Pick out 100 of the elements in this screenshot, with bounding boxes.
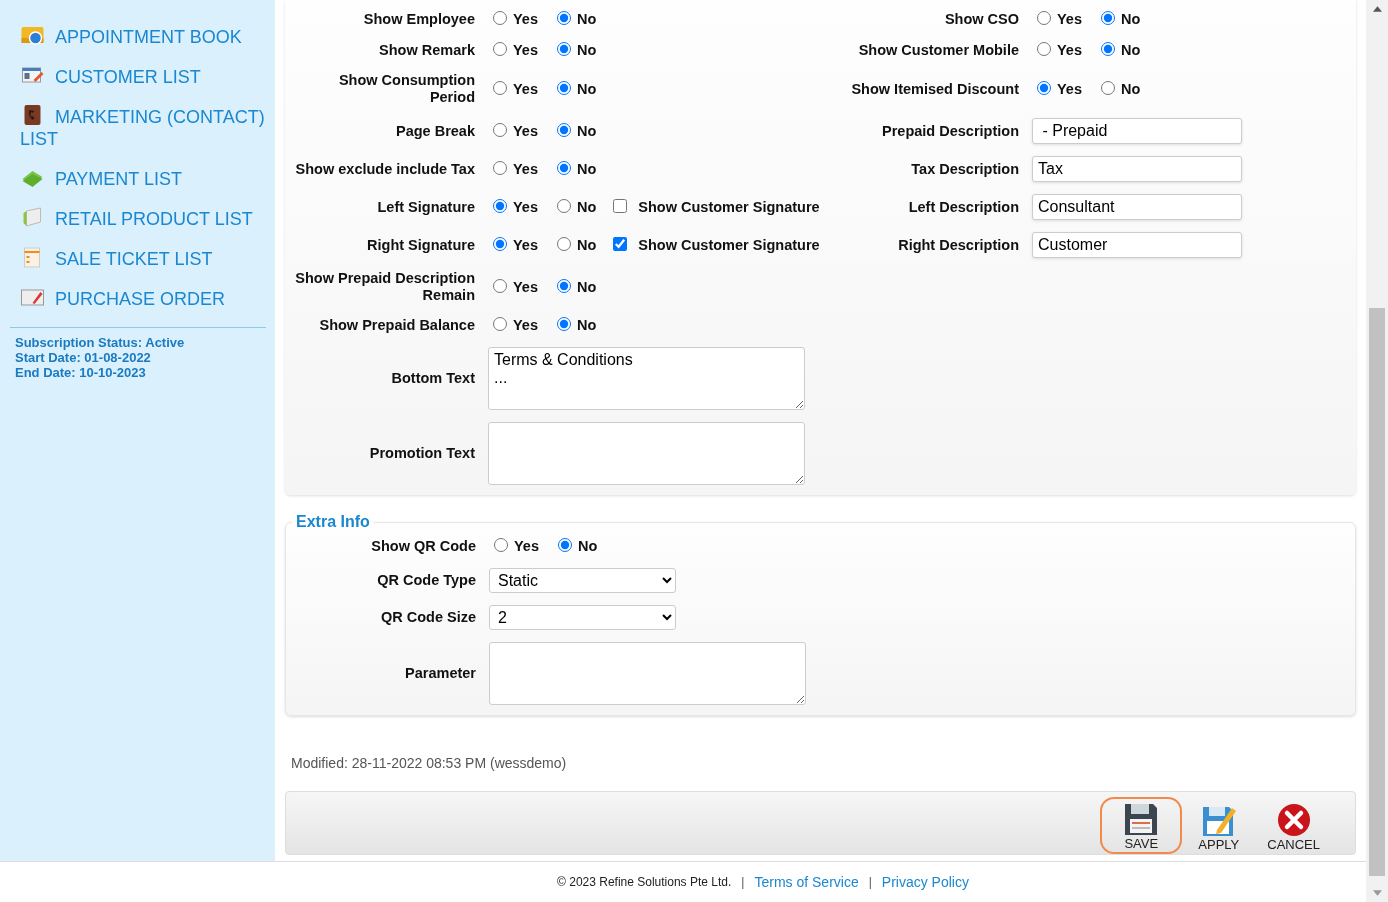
- section-title: Extra Info: [295, 513, 371, 531]
- radio-button[interactable]: [493, 11, 507, 25]
- cancel-button[interactable]: CANCEL: [1257, 800, 1330, 853]
- field-label: Promotion Text: [368, 445, 475, 462]
- radio-button[interactable]: [557, 198, 571, 213]
- radio-label: Yes: [513, 122, 538, 139]
- footer-separator: |: [868, 875, 872, 889]
- text-field[interactable]: Customer: [1032, 232, 1242, 258]
- radio-button[interactable]: [1101, 42, 1115, 56]
- radio-button[interactable]: [1101, 11, 1115, 25]
- radio-label: Yes: [513, 236, 538, 253]
- radio-label: Yes: [513, 80, 538, 97]
- radio-label: No: [577, 11, 597, 27]
- radio-label: No: [577, 42, 597, 58]
- save-button[interactable]: SAVE: [1102, 799, 1181, 853]
- field-label: Show Customer Mobile: [857, 42, 1019, 59]
- radio-label: No: [577, 160, 597, 177]
- radio-button[interactable]: [493, 122, 507, 137]
- radio-label: Yes: [513, 317, 538, 333]
- radio-label: No: [577, 278, 597, 295]
- radio-button[interactable]: [493, 42, 507, 56]
- radio-button[interactable]: [557, 317, 571, 331]
- radio-label: Yes: [1057, 80, 1082, 97]
- radio-button[interactable]: [557, 236, 571, 251]
- scroll-up-icon[interactable]: [1372, 6, 1382, 12]
- field-label: QR Code Type: [376, 572, 476, 589]
- radio-button[interactable]: [557, 42, 571, 56]
- field-label: Right Description: [897, 236, 1019, 254]
- checkbox[interactable]: [613, 198, 628, 213]
- checkbox-label: Show Customer Signature: [638, 198, 820, 215]
- footer-link[interactable]: Privacy Policy: [881, 874, 969, 890]
- radio-label: Yes: [1057, 42, 1082, 58]
- radio-button[interactable]: [1037, 11, 1051, 25]
- field-label: Parameter: [404, 665, 476, 682]
- radio-label: Yes: [513, 11, 538, 27]
- subscription-info: End Date: 10-10-2023: [15, 365, 147, 380]
- radio-button[interactable]: [494, 538, 508, 552]
- field-label: Show Prepaid Description Remain: [294, 270, 475, 304]
- radio-button[interactable]: [493, 198, 507, 213]
- radio-label: No: [1121, 11, 1141, 27]
- radio-button[interactable]: [557, 160, 571, 175]
- subscription-info: Subscription Status: Active: [15, 335, 186, 350]
- radio-button[interactable]: [557, 80, 571, 95]
- radio-label: Yes: [513, 42, 538, 58]
- dropdown[interactable]: Static: [489, 568, 676, 593]
- scrollbar-thumb[interactable]: [1369, 308, 1385, 876]
- radio-button[interactable]: [493, 160, 507, 175]
- field-label: Left Signature: [376, 198, 475, 216]
- radio-label: No: [578, 538, 598, 554]
- field-label: Page Break: [395, 122, 475, 140]
- text-area[interactable]: Terms & Conditions ...: [488, 347, 805, 410]
- radio-label: No: [577, 122, 597, 139]
- radio-label: No: [1121, 80, 1141, 97]
- field-label: Left Description: [907, 198, 1019, 216]
- footer-link[interactable]: Terms of Service: [754, 874, 859, 890]
- field-label: Bottom Text: [390, 370, 475, 387]
- footer-separator: |: [741, 875, 745, 889]
- field-label: Show Consumption Period: [337, 72, 475, 106]
- field-label: Show QR Code: [370, 538, 476, 555]
- radio-button[interactable]: [493, 80, 507, 95]
- field-label: Show Remark: [378, 42, 475, 59]
- radio-button[interactable]: [1037, 80, 1051, 95]
- radio-button[interactable]: [493, 278, 507, 293]
- scrollbar[interactable]: [1366, 0, 1388, 902]
- radio-button[interactable]: [557, 122, 571, 137]
- radio-button[interactable]: [558, 538, 572, 552]
- radio-button[interactable]: [493, 317, 507, 331]
- radio-label: No: [577, 236, 597, 253]
- apply-button[interactable]: APPLY: [1188, 800, 1250, 853]
- field-label: Show Itemised Discount: [850, 80, 1019, 98]
- radio-label: Yes: [1057, 11, 1082, 27]
- field-label: QR Code Size: [379, 609, 476, 626]
- text-field[interactable]: - Prepaid: [1032, 118, 1242, 144]
- field-label: Tax Description: [910, 160, 1019, 178]
- radio-button[interactable]: [557, 11, 571, 25]
- radio-label: No: [1121, 42, 1141, 58]
- checkbox-label: Show Customer Signature: [638, 236, 820, 253]
- subscription-info: Start Date: 01-08-2022: [15, 350, 152, 365]
- field-label: Show Employee: [362, 11, 475, 28]
- field-label: Show CSO: [943, 11, 1019, 28]
- field-label: Right Signature: [366, 236, 475, 254]
- radio-label: Yes: [513, 160, 538, 177]
- radio-label: No: [577, 317, 597, 333]
- field-label: Show Prepaid Balance: [318, 317, 475, 334]
- modified-info: Modified: 28-11-2022 08:53 PM (wessdemo): [291, 755, 568, 772]
- radio-button[interactable]: [1101, 80, 1115, 95]
- text-field[interactable]: Consultant: [1032, 194, 1242, 220]
- field-label: Show exclude include Tax: [294, 160, 475, 178]
- radio-button[interactable]: [1037, 42, 1051, 56]
- checkbox[interactable]: [613, 236, 628, 251]
- radio-label: Yes: [514, 538, 539, 554]
- radio-button[interactable]: [493, 236, 507, 251]
- copyright-text: © 2023 Refine Solutions Pte Ltd.: [557, 875, 732, 889]
- radio-label: No: [577, 198, 597, 215]
- dropdown[interactable]: 2: [489, 605, 676, 630]
- text-field[interactable]: Tax: [1032, 156, 1242, 182]
- field-label: Prepaid Description: [881, 122, 1019, 140]
- scroll-down-icon[interactable]: [1372, 890, 1382, 896]
- radio-button[interactable]: [557, 278, 571, 293]
- radio-label: Yes: [513, 198, 538, 215]
